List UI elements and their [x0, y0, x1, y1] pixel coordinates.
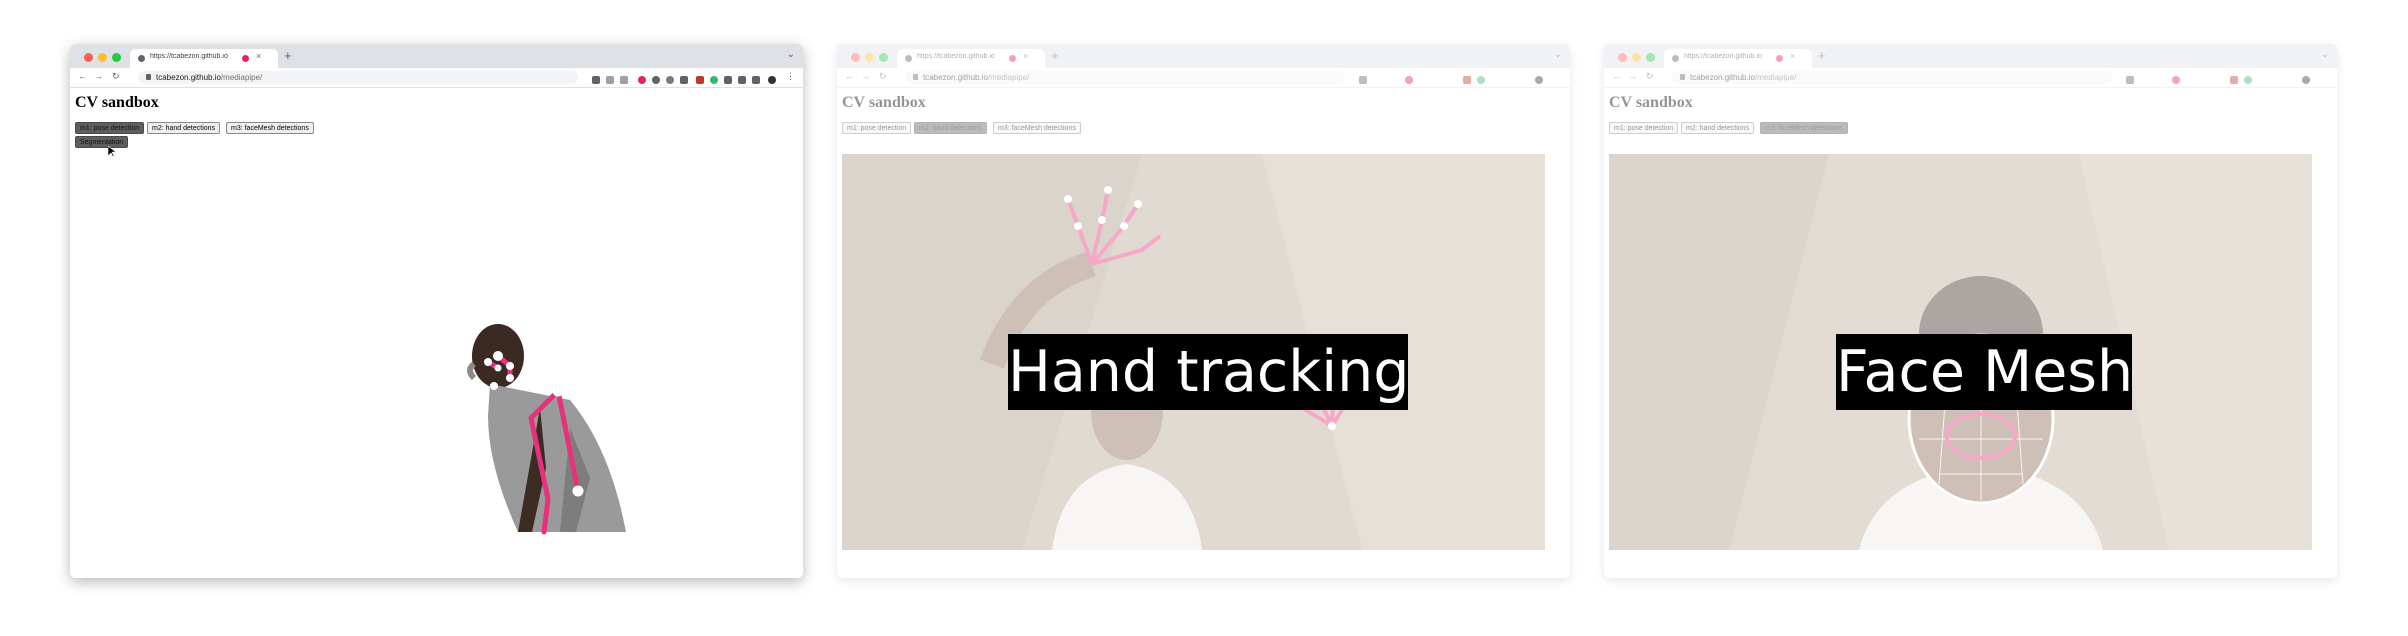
camera-icon[interactable] [592, 76, 600, 84]
toolbar: ← → ↻ tcabezon.github.io/mediapipe/ ⋮ [70, 68, 803, 88]
sidebar-icon[interactable] [752, 76, 760, 84]
tab-list-icon[interactable]: ⌄ [787, 49, 795, 60]
extension-icon-2[interactable] [652, 76, 660, 84]
extension-icon-4[interactable] [680, 76, 688, 84]
url-host: tcabezon.github.io [156, 73, 221, 82]
browser-window-hands: https://tcabezon.github.io × + ⌄ ← → ↻ t… [837, 44, 1570, 578]
avatar[interactable] [768, 76, 776, 84]
globe-icon [138, 55, 145, 62]
extension-icon-7[interactable] [724, 76, 732, 84]
fade-overlay [837, 44, 1570, 578]
back-button[interactable]: ← [78, 71, 87, 81]
extension-icon-5[interactable] [696, 76, 704, 84]
tab-close-icon[interactable]: × [256, 51, 261, 61]
share-icon[interactable] [606, 76, 614, 84]
address-bar[interactable]: tcabezon.github.io/mediapipe/ [138, 71, 578, 84]
maximize-window-button[interactable] [112, 53, 121, 62]
page-title: CV sandbox [75, 94, 159, 111]
pose-detection-button[interactable]: m1: pose detection [75, 122, 145, 134]
menu-icon[interactable]: ⋮ [786, 71, 795, 82]
close-window-button[interactable] [84, 53, 93, 62]
browser-window-pose: https://tcabezon.github.io × + ⌄ ← → ↻ t… [70, 44, 803, 578]
pose-segmentation-view [467, 324, 626, 535]
lock-icon [146, 74, 151, 80]
fade-overlay [1604, 44, 2337, 578]
reload-button[interactable]: ↻ [112, 71, 120, 82]
hand-detection-button[interactable]: m2: hand detections [147, 122, 221, 134]
segmentation-tooltip: Segmentation [75, 136, 129, 148]
facemesh-detection-button[interactable]: m3: faceMesh detections [226, 122, 314, 134]
puzzle-icon[interactable] [738, 76, 746, 84]
star-icon[interactable] [620, 76, 628, 84]
extension-icon-6[interactable] [710, 76, 718, 84]
extension-icon-3[interactable] [666, 76, 674, 84]
url-text: tcabezon.github.io/mediapipe/ [156, 73, 262, 82]
browser-tab[interactable]: https://tcabezon.github.io × [130, 49, 278, 68]
face-mesh-caption: Face Mesh [1836, 334, 2133, 410]
url-path: /mediapipe/ [220, 73, 263, 82]
extension-icon-1[interactable] [638, 76, 646, 84]
tab-bar: https://tcabezon.github.io × + ⌄ [70, 44, 803, 68]
new-tab-button[interactable]: + [284, 48, 292, 63]
hand-tracking-caption: Hand tracking [1008, 334, 1409, 410]
forward-button[interactable]: → [94, 71, 103, 81]
recording-icon [242, 55, 249, 62]
tab-title: https://tcabezon.github.io [150, 53, 228, 60]
browser-window-facemesh: https://tcabezon.github.io × + ⌄ ← → ↻ t… [1604, 44, 2337, 578]
minimize-window-button[interactable] [98, 53, 107, 62]
page-content: CV sandbox m1: pose detection m2: hand d… [70, 88, 803, 578]
